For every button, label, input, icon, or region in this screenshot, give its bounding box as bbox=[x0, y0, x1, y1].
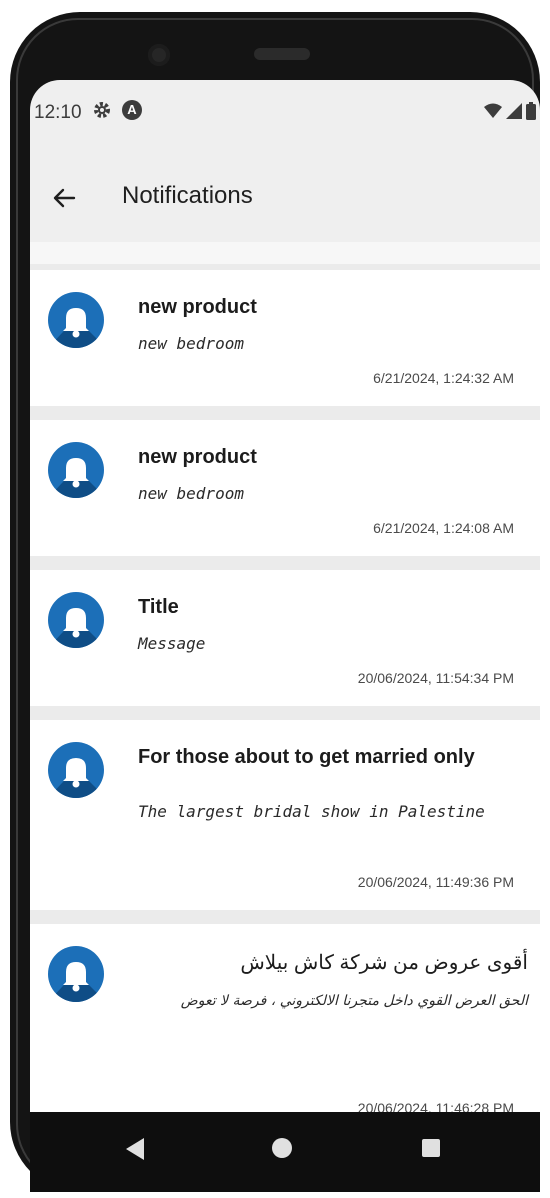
signal-icon bbox=[506, 103, 522, 124]
screen: 12:10 A Notifications new product new be… bbox=[30, 80, 540, 1112]
page-title: Notifications bbox=[122, 182, 253, 209]
battery-icon bbox=[526, 102, 536, 125]
notification-list[interactable]: new product new bedroom 6/21/2024, 1:24:… bbox=[30, 242, 540, 1112]
status-icons-right bbox=[484, 102, 536, 125]
notification-title: أقوى عروض من شركة كاش بيلاش bbox=[240, 952, 528, 974]
status-bar: 12:10 A bbox=[30, 80, 540, 152]
earpiece-speaker bbox=[254, 48, 310, 60]
notification-item[interactable]: أقوى عروض من شركة كاش بيلاش الحق العرض ا… bbox=[30, 924, 540, 1112]
notification-item[interactable]: Title Message 20/06/2024, 11:54:34 PM bbox=[30, 570, 540, 706]
notification-date: 6/21/2024, 1:24:08 AM bbox=[373, 520, 514, 536]
settings-gear-icon bbox=[92, 100, 112, 120]
notification-message: new bedroom bbox=[138, 334, 244, 353]
app-toolbar: Notifications bbox=[30, 152, 540, 242]
bell-icon bbox=[48, 442, 104, 498]
notification-message: Message bbox=[138, 634, 206, 653]
notification-item[interactable]: new product new bedroom 6/21/2024, 1:24:… bbox=[30, 420, 540, 556]
notification-message: The largest bridal show in Palestine bbox=[138, 802, 485, 821]
list-top-spacer bbox=[30, 242, 540, 264]
bell-icon bbox=[48, 742, 104, 798]
a-circle-icon: A bbox=[122, 100, 142, 120]
notification-title: Title bbox=[138, 596, 179, 618]
notification-date: 20/06/2024, 11:49:36 PM bbox=[357, 874, 514, 890]
system-nav-bar bbox=[30, 1112, 540, 1192]
bell-icon bbox=[48, 592, 104, 648]
notification-date: 20/06/2024, 11:46:28 PM bbox=[357, 1100, 514, 1112]
back-triangle-icon[interactable] bbox=[126, 1138, 144, 1165]
bell-icon bbox=[48, 292, 104, 348]
notification-message: new bedroom bbox=[138, 484, 244, 503]
notification-date: 6/21/2024, 1:24:32 AM bbox=[373, 370, 514, 386]
home-circle-icon[interactable] bbox=[272, 1138, 292, 1158]
notification-date: 20/06/2024, 11:54:34 PM bbox=[357, 670, 514, 686]
notification-item[interactable]: For those about to get married only The … bbox=[30, 720, 540, 910]
notification-title: new product bbox=[138, 296, 257, 318]
notification-item[interactable]: new product new bedroom 6/21/2024, 1:24:… bbox=[30, 270, 540, 406]
recents-square-icon[interactable] bbox=[422, 1139, 440, 1157]
bell-icon bbox=[48, 946, 104, 1002]
notification-title: For those about to get married only bbox=[138, 746, 475, 768]
front-camera bbox=[148, 44, 170, 66]
notification-title: new product bbox=[138, 446, 257, 468]
arrow-left-icon[interactable] bbox=[50, 184, 78, 212]
notification-message: الحق العرض القوي داخل متجرنا الالكتروني … bbox=[180, 993, 528, 1009]
status-time: 12:10 bbox=[34, 102, 82, 123]
wifi-icon bbox=[484, 103, 502, 124]
